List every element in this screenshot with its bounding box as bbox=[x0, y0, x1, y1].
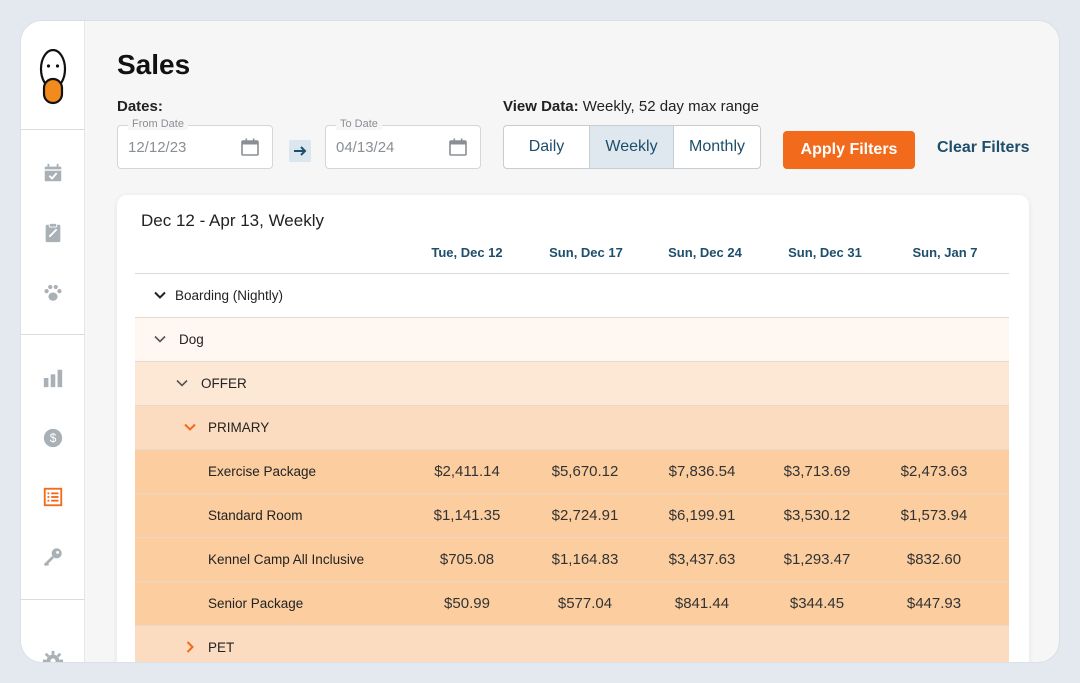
calendar-icon[interactable] bbox=[240, 137, 260, 157]
row-label: Kennel Camp All Inclusive bbox=[208, 552, 365, 567]
sidebar-divider bbox=[21, 599, 85, 600]
table-row[interactable]: Boarding (Nightly) bbox=[135, 274, 1009, 318]
view-weekly-button[interactable]: Weekly bbox=[590, 126, 674, 168]
chevron-down-icon[interactable] bbox=[175, 376, 189, 390]
column-header: Sun, Dec 17 bbox=[549, 245, 623, 260]
arrow-right-icon bbox=[289, 140, 311, 162]
table-cell: $705.08 bbox=[439, 551, 495, 568]
bar-chart-icon[interactable] bbox=[41, 366, 65, 390]
column-header: Tue, Dec 12 bbox=[431, 245, 503, 260]
table-cell: $3,530.12 bbox=[783, 507, 851, 524]
sidebar-divider bbox=[21, 334, 85, 335]
table-cell: $1,141.35 bbox=[433, 507, 501, 524]
table-cell: $841.44 bbox=[674, 595, 730, 612]
table-row[interactable]: PRIMARY bbox=[135, 406, 1009, 450]
table-row: Senior Package $50.99 $577.04 $841.44 $3… bbox=[135, 582, 1009, 626]
table-cell: $577.04 bbox=[557, 595, 613, 612]
from-date-value: 12/12/23 bbox=[128, 139, 187, 156]
table-cell: $2,411.14 bbox=[434, 463, 500, 480]
table-cell: $2,724.91 bbox=[551, 507, 619, 524]
from-date-label: From Date bbox=[128, 118, 188, 130]
table-row: Kennel Camp All Inclusive $705.08 $1,164… bbox=[135, 538, 1009, 582]
to-date-label: To Date bbox=[336, 118, 382, 130]
report-list-icon[interactable] bbox=[41, 485, 65, 509]
table-cell: $447.93 bbox=[906, 595, 962, 612]
view-data-desc: Weekly, 52 day max range bbox=[582, 98, 759, 115]
dollar-coin-icon[interactable]: $ bbox=[41, 426, 65, 450]
row-label: Boarding (Nightly) bbox=[175, 288, 284, 303]
svg-text:$: $ bbox=[50, 431, 57, 445]
from-date-field[interactable]: From Date 12/12/23 bbox=[117, 118, 273, 169]
table-row[interactable]: OFFER bbox=[135, 362, 1009, 406]
column-header: Sun, Dec 31 bbox=[788, 245, 862, 260]
row-label: PET bbox=[208, 640, 235, 655]
table-row[interactable]: Dog bbox=[135, 318, 1009, 362]
table-cell: $5,670.12 bbox=[551, 463, 619, 480]
table-cell: $3,713.69 bbox=[783, 463, 851, 480]
paw-icon[interactable] bbox=[41, 281, 65, 305]
view-data-label: View Data: Weekly, 52 day max range bbox=[503, 98, 759, 115]
app-window: $ Sales Dates: From Date 12/12/23 To Dat… bbox=[20, 20, 1060, 663]
table-cell: $2,473.63 bbox=[900, 463, 968, 480]
column-header: Sun, Jan 7 bbox=[912, 245, 978, 260]
calendar-check-icon[interactable] bbox=[41, 161, 65, 185]
apply-filters-button[interactable]: Apply Filters bbox=[783, 131, 915, 169]
table-cell: $1,573.94 bbox=[900, 507, 968, 524]
row-label: Senior Package bbox=[208, 596, 304, 611]
report-card: Dec 12 - Apr 13, Weekly Tue, Dec 12 Sun,… bbox=[117, 195, 1029, 662]
table-cell: $1,164.83 bbox=[551, 551, 619, 568]
table-row: Standard Room $1,141.35 $2,724.91 $6,199… bbox=[135, 494, 1009, 538]
dates-label: Dates: bbox=[117, 98, 163, 115]
row-label: Standard Room bbox=[208, 508, 303, 523]
report-title: Dec 12 - Apr 13, Weekly bbox=[141, 211, 324, 230]
gear-icon[interactable] bbox=[41, 649, 65, 662]
chevron-down-icon[interactable] bbox=[183, 420, 197, 434]
to-date-value: 04/13/24 bbox=[336, 139, 395, 156]
clear-filters-button[interactable]: Clear Filters bbox=[937, 139, 1029, 157]
table-cell: $3,437.63 bbox=[668, 551, 736, 568]
table-cell: $344.45 bbox=[789, 595, 845, 612]
view-data-title: View Data: bbox=[503, 98, 579, 115]
clipboard-icon[interactable] bbox=[41, 221, 65, 245]
table-cell: $7,836.54 bbox=[668, 463, 736, 480]
table-row[interactable]: PET bbox=[135, 626, 1009, 662]
table-cell: $50.99 bbox=[444, 595, 490, 612]
view-monthly-button[interactable]: Monthly bbox=[674, 126, 760, 168]
view-daily-button[interactable]: Daily bbox=[504, 126, 590, 168]
chevron-down-icon[interactable] bbox=[153, 332, 167, 346]
page-title: Sales bbox=[117, 49, 191, 80]
chevron-down-icon[interactable] bbox=[153, 288, 167, 302]
table-cell: $6,199.91 bbox=[668, 507, 736, 524]
row-label: OFFER bbox=[201, 376, 247, 391]
key-icon[interactable] bbox=[41, 545, 65, 569]
to-date-field[interactable]: To Date 04/13/24 bbox=[325, 118, 481, 169]
table-cell: $1,293.47 bbox=[783, 551, 851, 568]
logo-icon[interactable] bbox=[39, 49, 67, 105]
chevron-right-icon[interactable] bbox=[183, 640, 197, 654]
calendar-icon[interactable] bbox=[448, 137, 468, 157]
column-header: Sun, Dec 24 bbox=[668, 245, 742, 260]
sidebar-divider bbox=[21, 129, 85, 130]
view-segmented-control: Daily Weekly Monthly bbox=[503, 125, 761, 169]
table-row: Exercise Package $2,411.14 $5,670.12 $7,… bbox=[135, 450, 1009, 494]
row-label: Exercise Package bbox=[208, 464, 317, 479]
row-label: Dog bbox=[179, 332, 204, 347]
row-label: PRIMARY bbox=[208, 420, 270, 435]
sidebar: $ bbox=[21, 21, 85, 662]
table-cell: $832.60 bbox=[906, 551, 962, 568]
